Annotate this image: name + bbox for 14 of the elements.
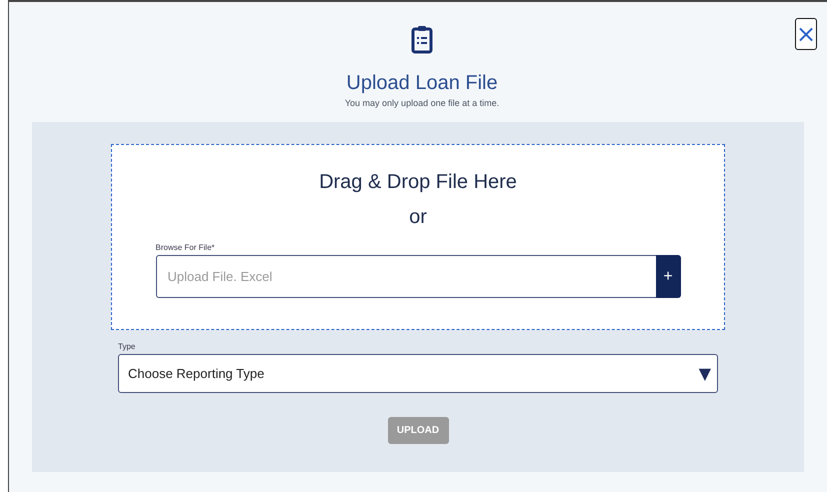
dialog-subtitle: You may only upload one file at a time. [344,98,500,108]
file-input-field[interactable]: Upload File. Excel [156,255,656,298]
field-label: Type [118,342,136,351]
clipboard-icon [411,24,433,54]
drop-zone[interactable]: Drag & Drop File Here or Browse For File* Upload File. Excel + [111,144,725,330]
drop-heading: Drag & Drop File Here [319,171,517,194]
type-select[interactable]: Choose Reporting Type ▼ [118,354,718,393]
caret-icon: ▼ [698,364,711,383]
dialog-title: Upload Loan File [346,72,498,95]
select-value: Choose Reporting Type [128,366,264,381]
field-label: Browse For File* [156,243,216,252]
or-text: or [409,206,427,229]
add-file-button[interactable]: + [656,255,680,298]
close-button[interactable]: × [795,18,817,50]
